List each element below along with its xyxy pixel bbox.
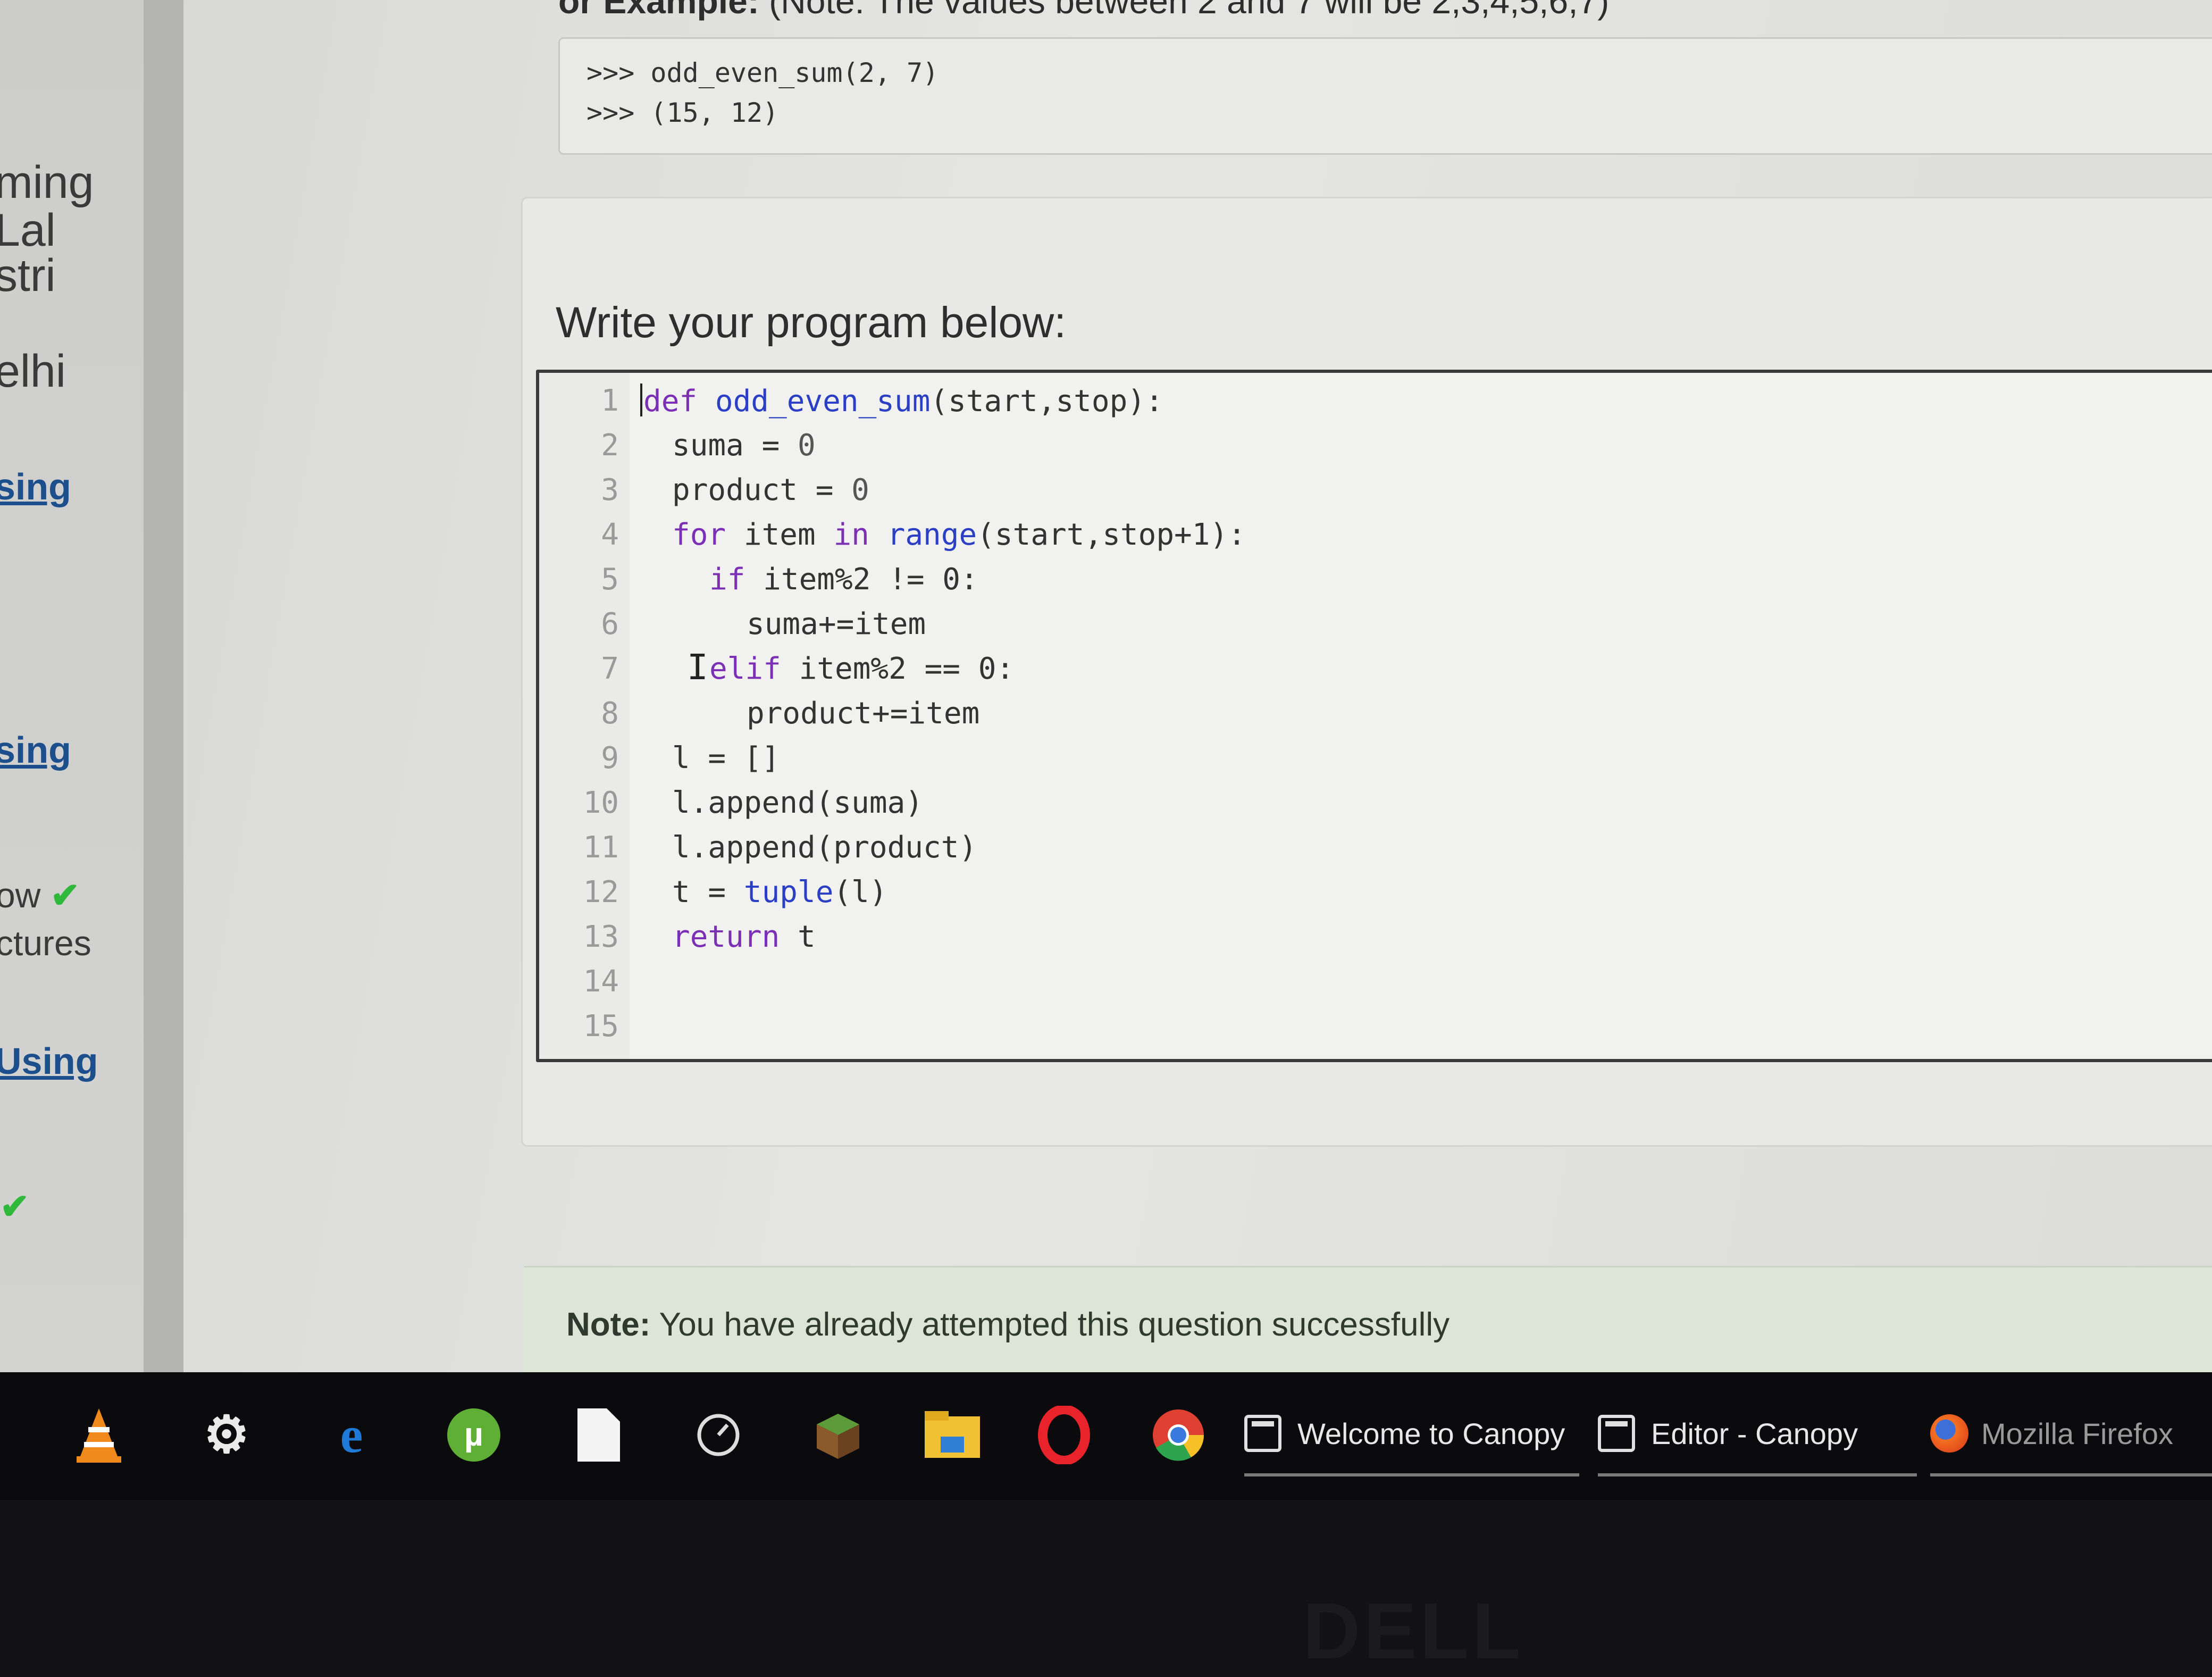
code-line[interactable]: 7 elif item%2 == 0:: [539, 652, 2212, 696]
svg-text:µ: µ: [464, 1416, 483, 1453]
code-text: t = tuple(l): [672, 875, 887, 910]
gear-icon[interactable]: ⚙: [197, 1405, 256, 1465]
sidebar-link[interactable]: sing: [0, 465, 71, 508]
sidebar: ming Lal stri elhi sing sing ow ✔ ctures…: [0, 0, 144, 1398]
line-number: 9: [601, 741, 619, 775]
code-line[interactable]: 5 if item%2 != 0:: [539, 562, 2212, 607]
sidebar-item[interactable]: ow ✔: [0, 875, 80, 916]
utorrent-icon[interactable]: µ: [444, 1405, 504, 1465]
check-icon: ✔: [0, 1187, 30, 1226]
code-line[interactable]: 8 product+=item: [539, 696, 2212, 741]
firefox-icon: [1930, 1414, 1968, 1453]
line-number: 4: [601, 518, 619, 552]
sidebar-text: Lal: [0, 205, 56, 256]
opera-icon[interactable]: [1034, 1405, 1094, 1465]
sidebar-text: elhi: [0, 346, 66, 397]
code-text: product = 0: [672, 473, 869, 507]
check-icon: ✔: [50, 875, 80, 915]
note-text: Note: You have already attempted this qu…: [566, 1306, 1449, 1344]
line-number: 6: [601, 607, 619, 641]
example-heading-bold: or Example:: [558, 0, 759, 21]
line-number: 1: [601, 383, 619, 418]
taskbar-task-editor[interactable]: Editor - Canopy: [1598, 1394, 1917, 1476]
code-line[interactable]: 6 suma+=item: [539, 607, 2212, 652]
line-number: 10: [583, 786, 619, 820]
code-line[interactable]: 11 l.append(product): [539, 830, 2212, 875]
sidebar-check: ✔: [0, 1186, 29, 1227]
sidebar-scrollbar[interactable]: [144, 0, 183, 1383]
line-number: 11: [583, 830, 619, 865]
line-number: 14: [583, 964, 619, 999]
line-number: 3: [601, 473, 619, 507]
file-explorer-icon[interactable]: [923, 1405, 982, 1465]
code-line[interactable]: 2 suma = 0: [539, 428, 2212, 473]
code-line[interactable]: 12 t = tuple(l): [539, 875, 2212, 920]
prompt-label: Write your program below:: [556, 298, 1067, 347]
example-line: >>> odd_even_sum(2, 7): [586, 57, 939, 88]
code-editor[interactable]: 1 def odd_even_sum(start,stop): 2 suma =…: [536, 370, 2212, 1062]
vlc-icon[interactable]: [69, 1405, 129, 1465]
sidebar-text: ming: [0, 157, 94, 208]
code-line[interactable]: 9 l = []: [539, 741, 2212, 786]
edge-icon[interactable]: e: [322, 1405, 381, 1465]
code-text: product+=item: [747, 696, 980, 731]
chrome-icon[interactable]: [1149, 1405, 1208, 1465]
sidebar-item[interactable]: ctures: [0, 923, 91, 963]
task-label: Mozilla Firefox: [1981, 1416, 2173, 1450]
code-line[interactable]: 3 product = 0: [539, 473, 2212, 518]
code-text: l = []: [672, 741, 780, 775]
code-line[interactable]: 15: [539, 1009, 2212, 1054]
code-line[interactable]: 1 def odd_even_sum(start,stop):: [539, 383, 2212, 428]
example-line: >>> (15, 12): [586, 97, 779, 128]
line-number: 13: [583, 920, 619, 954]
example-heading: or Example: (Note: The values between 2 …: [558, 0, 1609, 21]
note-label: Note:: [566, 1306, 651, 1343]
code-line[interactable]: 4 for item in range(start,stop+1):: [539, 518, 2212, 562]
canopy-window-icon: [1598, 1415, 1635, 1452]
canopy-window-icon: [1244, 1415, 1281, 1452]
note-message: You have already attempted this question…: [650, 1306, 1450, 1343]
code-text: for item in range(start,stop+1):: [672, 518, 1246, 552]
sidebar-text: stri: [0, 250, 56, 301]
code-text: elif item%2 == 0:: [709, 652, 1015, 686]
line-number: 5: [601, 562, 619, 597]
line-number: 12: [583, 875, 619, 910]
code-text: l.append(suma): [672, 786, 924, 820]
code-line[interactable]: 13 return t: [539, 920, 2212, 964]
code-text: if item%2 != 0:: [709, 562, 978, 597]
sidebar-item-label: ow: [0, 875, 41, 915]
text-cursor: [640, 383, 642, 416]
sidebar-link[interactable]: sing: [0, 729, 71, 771]
screen: ming Lal stri elhi sing sing ow ✔ ctures…: [0, 0, 2212, 1398]
taskbar-task-firefox[interactable]: Mozilla Firefox: [1930, 1394, 2212, 1476]
monitor-brand-logo: DELL: [1303, 1586, 1524, 1675]
code-text: l.append(product): [672, 830, 977, 865]
code-text: return t: [672, 920, 816, 954]
taskbar: ⚙ e µ Welcome to Canopy Editor - Canopy …: [0, 1372, 2212, 1500]
line-number: 8: [601, 696, 619, 731]
code-text: suma = 0: [672, 428, 816, 463]
taskbar-task-welcome[interactable]: Welcome to Canopy: [1244, 1394, 1579, 1476]
task-label: Welcome to Canopy: [1297, 1416, 1565, 1450]
code-line[interactable]: 14: [539, 964, 2212, 1009]
line-number: 15: [583, 1009, 619, 1044]
speed-icon[interactable]: [689, 1405, 748, 1465]
code-line[interactable]: 10 l.append(suma): [539, 786, 2212, 830]
sidebar-link[interactable]: Using: [0, 1040, 98, 1082]
example-heading-note: (Note: The values between 2 and 7 will b…: [759, 0, 1610, 21]
code-text: def odd_even_sum(start,stop):: [640, 383, 1163, 419]
task-label: Editor - Canopy: [1651, 1416, 1858, 1450]
minecraft-icon[interactable]: [808, 1405, 868, 1465]
success-note: Note: You have already attempted this qu…: [524, 1266, 2212, 1374]
mouse-ibeam-cursor-icon: I: [687, 647, 708, 688]
file-icon[interactable]: [569, 1405, 629, 1465]
line-number: 7: [601, 652, 619, 686]
example-code-box: >>> odd_even_sum(2, 7) >>> (15, 12): [558, 37, 2212, 155]
code-text: suma+=item: [747, 607, 926, 641]
line-number: 2: [601, 428, 619, 463]
